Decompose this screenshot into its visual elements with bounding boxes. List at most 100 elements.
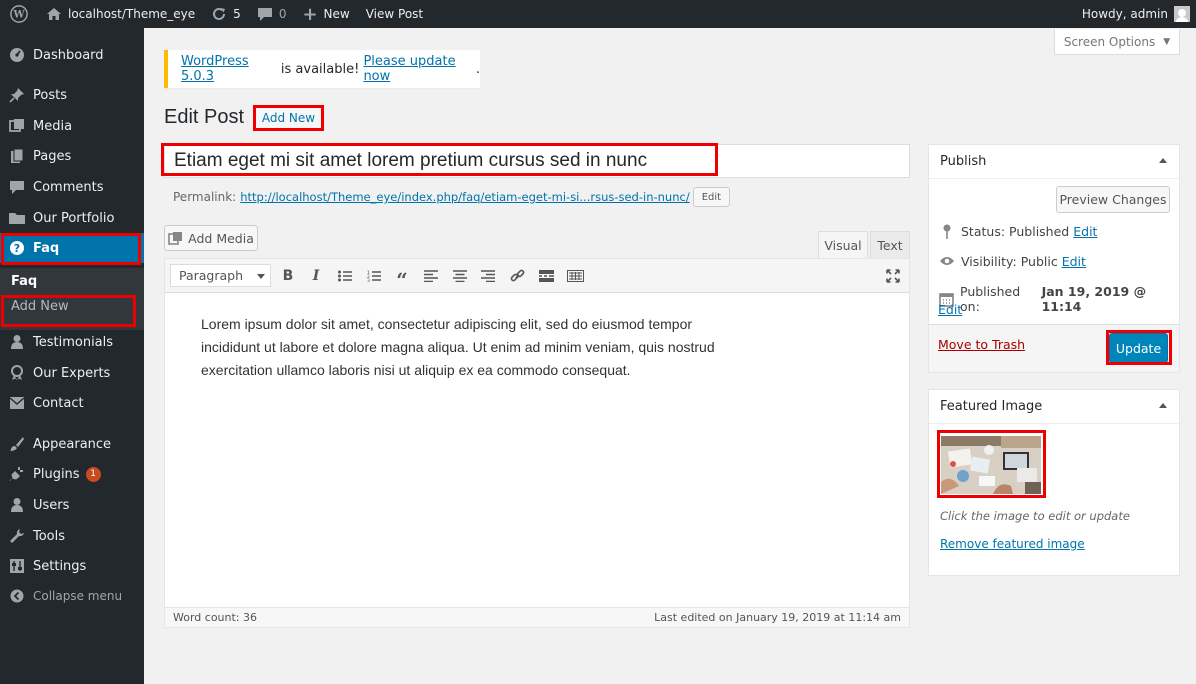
notice-end-text: . [475,61,480,77]
permalink-url-link[interactable]: http://localhost/Theme_eye/index.php/faq… [240,190,689,204]
post-title-input[interactable]: Etiam eget mi sit amet lorem pretium cur… [164,144,910,178]
featured-image-box: Featured Image Click the image to edit o… [928,389,1180,576]
align-right-icon[interactable] [477,265,499,287]
edit-status-link[interactable]: Edit [1073,224,1097,239]
italic-icon[interactable]: I [305,265,327,287]
notice-middle-text: is available! [276,61,364,77]
new-content-link[interactable]: + New [294,0,357,28]
add-new-button[interactable]: Add New [254,106,323,130]
preview-changes-button[interactable]: Preview Changes [1056,186,1170,213]
sidebar-item-users[interactable]: Users [0,490,144,520]
comment-bubble-icon [257,7,273,22]
editor-content[interactable]: Lorem ipsum dolor sit amet, consectetur … [201,313,741,382]
sidebar-item-posts[interactable]: Posts [0,80,144,110]
plus-icon: + [302,3,318,25]
screen-options-button[interactable]: Screen Options ▼ [1054,29,1180,55]
admin-sidebar: Dashboard Posts Media Pages Comments Our… [0,28,144,684]
format-select-value: Paragraph [179,268,244,283]
account-menu[interactable]: Howdy, admin [1074,0,1196,28]
page-title: Edit Post [164,106,245,128]
permalink-edit-button[interactable]: Edit [692,187,731,207]
pin-icon [8,86,26,104]
pages-icon [8,147,26,165]
sidebar-item-settings[interactable]: Settings [0,551,144,581]
update-button[interactable]: Update [1109,333,1168,363]
collapse-arrow-icon[interactable] [1159,158,1167,163]
word-count: Word count: 36 [173,611,258,624]
update-notice: WordPress 5.0.3 is available! Please upd… [164,50,480,88]
wrench-icon [8,527,26,545]
fullscreen-icon[interactable] [882,265,904,287]
align-left-icon[interactable] [420,265,442,287]
site-name-link[interactable]: localhost/Theme_eye [38,0,203,28]
svg-text:W: W [12,10,25,21]
home-icon [46,7,62,21]
sidebar-item-label: Comments [33,179,104,195]
mail-icon [8,394,26,412]
last-edited: Last edited on January 19, 2019 at 11:14… [654,611,901,624]
align-center-icon[interactable] [449,265,471,287]
format-select[interactable]: Paragraph [170,264,271,287]
publish-box: Publish Preview Changes Status: Publishe… [928,144,1180,373]
featured-image-thumbnail[interactable] [941,436,1041,494]
edit-visibility-link[interactable]: Edit [1062,254,1086,269]
submenu-item-faq[interactable]: Faq [11,274,37,289]
collapse-menu-button[interactable]: Collapse menu [0,581,144,611]
sidebar-item-label: Tools [33,528,66,544]
admin-bar: W localhost/Theme_eye 5 0 + New View Pos… [0,0,1196,28]
numbered-list-icon[interactable]: 123 [363,265,385,287]
bulleted-list-icon[interactable] [334,265,356,287]
pin-icon [939,223,955,239]
featured-image-heading: Featured Image [940,399,1043,414]
move-to-trash-link[interactable]: Move to Trash [938,337,1025,352]
users-icon [8,496,26,514]
read-more-icon[interactable] [535,265,557,287]
sidebar-item-plugins[interactable]: Plugins 1 [0,459,144,489]
sidebar-item-media[interactable]: Media [0,111,144,141]
blockquote-icon[interactable]: “ [391,265,413,292]
status-label: Status: [961,223,1006,239]
sidebar-item-label: Faq [33,240,60,256]
view-post-link[interactable]: View Post [358,0,431,28]
published-label: Published on: [960,284,1021,314]
publish-box-header[interactable]: Publish [929,145,1179,179]
featured-image-header[interactable]: Featured Image [929,390,1179,424]
caret-down-icon: ▼ [1163,36,1171,47]
permalink-row: Permalink: http://localhost/Theme_eye/in… [173,187,731,207]
refresh-icon [211,6,227,22]
tab-visual[interactable]: Visual [818,231,868,258]
svg-text:3: 3 [367,278,370,282]
sidebar-item-label: Pages [33,148,72,164]
sidebar-item-our-portfolio[interactable]: Our Portfolio [0,203,144,233]
comments-link[interactable]: 0 [249,0,295,28]
toolbar-toggle-icon[interactable] [564,265,586,287]
editor-status-bar: Word count: 36 Last edited on January 19… [165,607,909,627]
sidebar-item-faq[interactable]: ? Faq [0,233,144,263]
please-update-link[interactable]: Please update now [363,54,475,84]
faq-submenu: Faq Add New [0,268,144,330]
submenu-item-add-new[interactable]: Add New [11,299,69,314]
add-media-button[interactable]: Add Media [164,225,258,251]
sidebar-item-comments[interactable]: Comments [0,172,144,202]
remove-featured-image-link[interactable]: Remove featured image [940,537,1085,551]
sidebar-item-dashboard[interactable]: Dashboard [0,40,144,70]
sidebar-item-pages[interactable]: Pages [0,141,144,171]
wordpress-logo-icon[interactable]: W [0,0,38,28]
avatar [1174,6,1190,22]
sidebar-item-our-experts[interactable]: Our Experts [0,358,144,388]
screen-options-label: Screen Options [1063,34,1156,49]
wordpress-version-link[interactable]: WordPress 5.0.3 [181,54,277,84]
visibility-value: Public [1020,253,1058,269]
bold-icon[interactable]: B [277,265,299,287]
sidebar-item-testimonials[interactable]: Testimonials [0,327,144,357]
collapse-arrow-icon[interactable] [1159,403,1167,408]
sidebar-item-contact[interactable]: Contact [0,388,144,418]
updates-link[interactable]: 5 [203,0,249,28]
edit-date-link[interactable]: Edit [938,302,962,317]
tab-text[interactable]: Text [870,231,910,258]
sidebar-item-tools[interactable]: Tools [0,521,144,551]
link-icon[interactable] [506,265,528,287]
updates-count: 5 [233,7,241,21]
sidebar-item-appearance[interactable]: Appearance [0,429,144,459]
plugins-update-badge: 1 [85,466,101,482]
